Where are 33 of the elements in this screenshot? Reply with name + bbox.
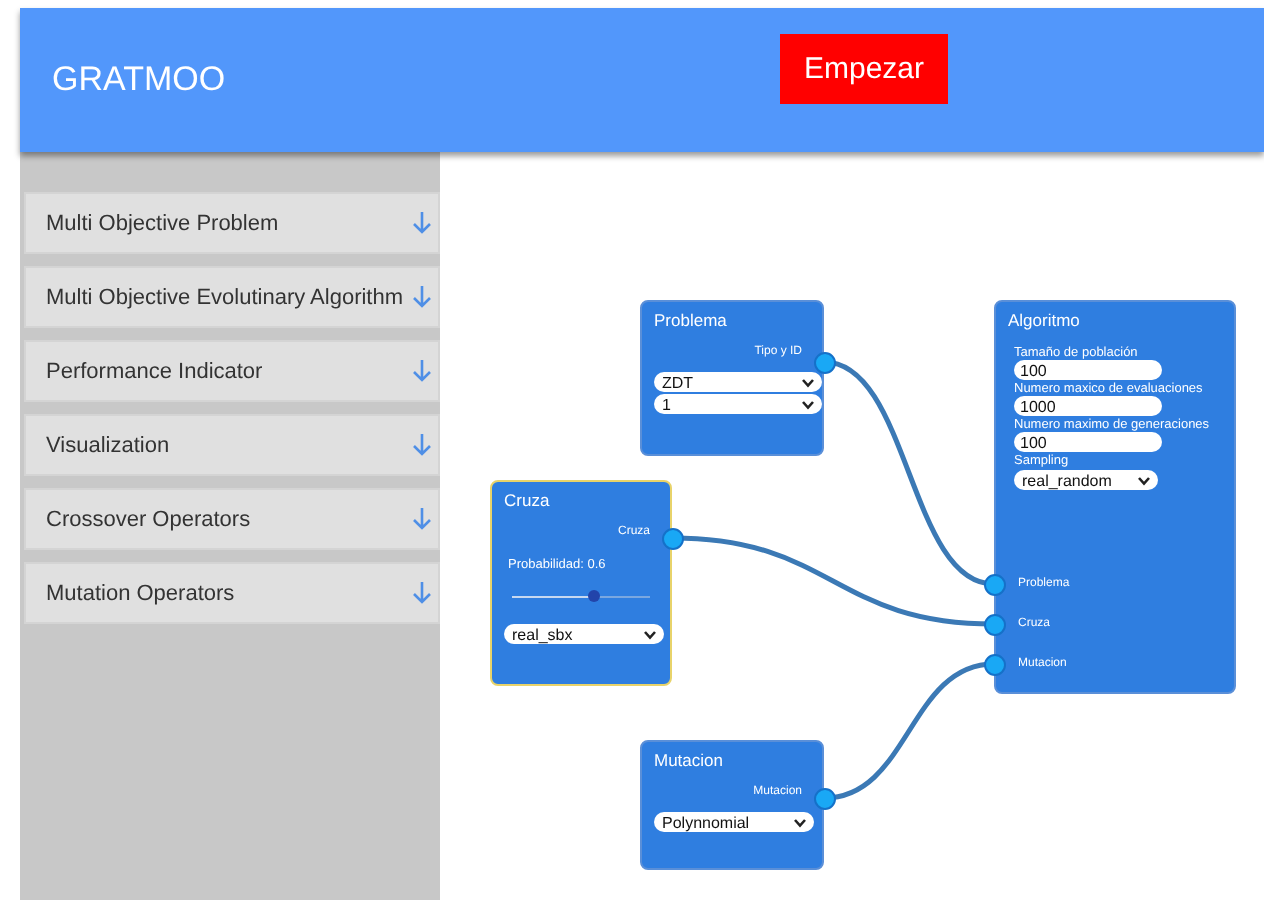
input-port[interactable] xyxy=(983,653,1005,675)
input-field[interactable]: 100 xyxy=(1014,360,1162,380)
slider-thumb[interactable] xyxy=(588,590,601,602)
start-button[interactable]: Empezar xyxy=(780,33,949,103)
accordion-item[interactable]: Performance Indicator xyxy=(24,340,440,402)
arrow-down-icon xyxy=(412,580,432,606)
chevron-down-icon xyxy=(644,629,656,639)
node-title: Cruza xyxy=(504,490,552,510)
node-title: Algoritmo xyxy=(1008,310,1082,330)
chevron-down-icon xyxy=(1138,475,1150,485)
dropdown[interactable]: real_random xyxy=(1014,470,1158,490)
node-title: Problema xyxy=(654,310,729,330)
accordion-item[interactable]: Mutation Operators xyxy=(24,562,440,624)
arrow-down-icon xyxy=(412,432,432,458)
dropdown[interactable]: real_sbx xyxy=(504,624,664,644)
arrow-down-icon xyxy=(412,284,432,310)
accordion-item[interactable]: Multi Objective Problem xyxy=(24,192,440,254)
input-field[interactable]: 100 xyxy=(1014,432,1162,452)
app-title: GRATMOO xyxy=(52,60,228,100)
accordion-item[interactable]: Visualization xyxy=(24,414,440,476)
node-title: Mutacion xyxy=(654,750,725,770)
arrow-down-icon xyxy=(412,358,432,384)
arrow-down-icon xyxy=(412,506,432,532)
chevron-down-icon xyxy=(794,817,806,827)
input-port[interactable] xyxy=(983,573,1005,595)
input-field[interactable]: 1000 xyxy=(1014,396,1162,416)
accordion-item[interactable]: Crossover Operators xyxy=(24,488,440,550)
dropdown[interactable]: Polynnomial xyxy=(654,812,814,832)
input-port[interactable] xyxy=(983,613,1005,635)
arrow-down-icon xyxy=(412,210,432,236)
accordion-item[interactable]: Multi Objective Evolutinary Algorithm xyxy=(24,266,440,328)
dropdown[interactable]: 1 xyxy=(654,394,822,414)
dropdown[interactable]: ZDT xyxy=(654,372,822,392)
